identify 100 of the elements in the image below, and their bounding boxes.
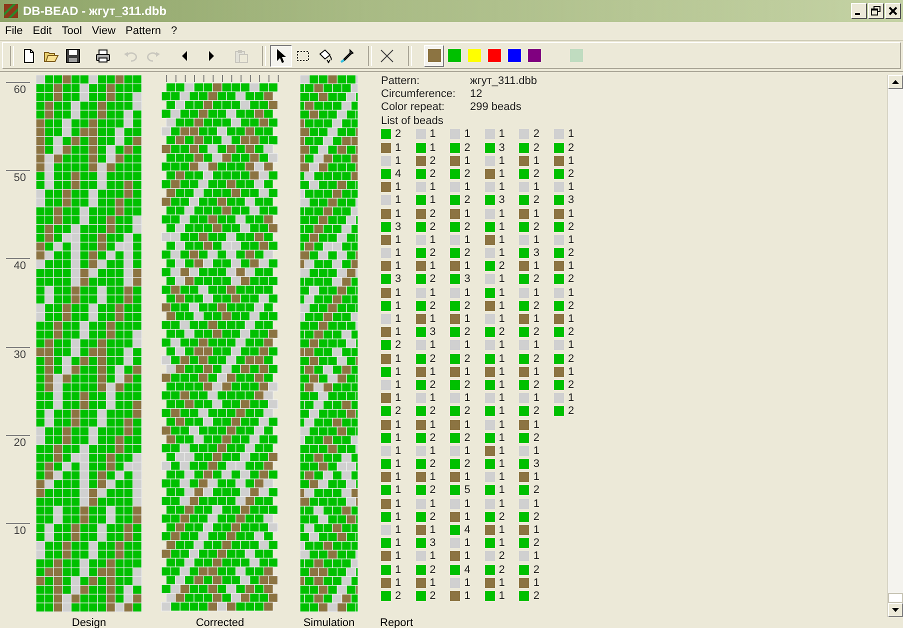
- bead-count: 1: [395, 524, 402, 536]
- bead-count: 2: [533, 273, 540, 286]
- bead-count: 1: [498, 300, 505, 312]
- bead-count: 2: [395, 339, 402, 352]
- menu-item[interactable]: ?: [166, 25, 182, 37]
- window-title: DB-BEAD - жгут_311.dbb: [23, 4, 168, 18]
- scroll-up-button[interactable]: [888, 75, 903, 89]
- bead-count: 1: [395, 352, 402, 365]
- bead-count: 2: [395, 128, 402, 140]
- bead-count: 1: [430, 339, 436, 352]
- printer-icon: [95, 48, 111, 64]
- bead-count: 1: [464, 498, 470, 510]
- menu-item[interactable]: View: [86, 25, 121, 37]
- bead-count: 2: [533, 510, 540, 523]
- minimize-button[interactable]: [851, 3, 867, 19]
- bead-count: 1: [464, 128, 470, 140]
- bead-count: 1: [498, 286, 505, 299]
- bead-count: 1: [395, 458, 402, 470]
- up-arrow-icon: [892, 80, 899, 84]
- bead-count: 1: [430, 471, 436, 484]
- bead-count: 2: [533, 432, 540, 444]
- paste-icon: [233, 48, 249, 64]
- bead-count: 1: [395, 247, 402, 260]
- bead-count: 1: [498, 418, 505, 431]
- bead-count: 1: [498, 247, 505, 260]
- menu-item[interactable]: File: [0, 25, 28, 37]
- bead-count: 2: [430, 458, 436, 470]
- bead-count: 1: [395, 576, 402, 589]
- vertical-scrollbar[interactable]: [887, 75, 903, 617]
- menu-item[interactable]: Edit: [28, 25, 57, 37]
- bead-count: 5: [464, 484, 470, 496]
- bead-count: 2: [430, 208, 436, 220]
- minimize-icon: [855, 13, 860, 15]
- bead-count: 1: [568, 260, 574, 272]
- bead-count: 1: [395, 300, 402, 312]
- bead-count: 1: [395, 392, 402, 404]
- bead-count: 1: [430, 366, 436, 378]
- bead-count: 2: [430, 405, 436, 418]
- bead-count: 1: [430, 550, 436, 562]
- bead-count: 1: [498, 208, 505, 220]
- bead-count: 1: [533, 471, 540, 484]
- bead-count: 1: [568, 181, 574, 194]
- bead-count: 2: [498, 510, 505, 523]
- scroll-thumb[interactable]: [888, 593, 903, 603]
- bead-count: 2: [430, 300, 436, 312]
- bead-count: 1: [464, 208, 470, 220]
- bead-count: 1: [568, 313, 574, 326]
- pointer-tool-button[interactable]: [270, 44, 292, 66]
- bead-count: 1: [498, 498, 505, 510]
- color-swatch[interactable]: [424, 44, 444, 66]
- bead-count: 1: [498, 537, 505, 550]
- bead-count: 2: [568, 142, 574, 154]
- bead-count: 1: [533, 498, 540, 510]
- bead-count: 1: [430, 286, 436, 299]
- bead-count: 1: [533, 550, 540, 562]
- bead-count: 1: [533, 576, 540, 589]
- bead-count: 1: [395, 564, 402, 576]
- bead-count: 2: [430, 378, 436, 391]
- bead-count: 4: [464, 564, 470, 576]
- bead-count: 3: [395, 273, 402, 286]
- bead-count: 2: [464, 220, 470, 233]
- bead-count: 3: [568, 194, 574, 206]
- bead-count: 2: [430, 564, 436, 576]
- bead-count: 2: [533, 405, 540, 418]
- bead-count: 1: [395, 142, 402, 154]
- bead-count: 1: [533, 339, 540, 352]
- bead-count: 2: [533, 300, 540, 312]
- bead-count: 1: [395, 234, 402, 246]
- bead-count: 1: [498, 339, 505, 352]
- scroll-down-button[interactable]: [888, 603, 903, 617]
- bead-count: 2: [430, 590, 436, 602]
- bead-count: 1: [568, 339, 574, 352]
- bead-count: 3: [464, 273, 470, 286]
- bead-count: 2: [430, 220, 436, 233]
- bead-count: 2: [430, 273, 436, 286]
- bead-count: 3: [498, 194, 505, 206]
- bead-count: 2: [533, 142, 540, 154]
- bead-count: 2: [464, 300, 470, 312]
- bead-count: 1: [498, 352, 505, 365]
- bead-count: 1: [568, 366, 574, 378]
- bead-count: 2: [568, 326, 574, 338]
- bead-count: 1: [395, 484, 402, 496]
- bead-count: 1: [498, 378, 505, 391]
- menu-item[interactable]: Pattern: [120, 25, 166, 37]
- bead-count: 2: [533, 220, 540, 233]
- bead-count: 2: [430, 247, 436, 260]
- bead-count: 1: [498, 313, 505, 326]
- bead-count: 2: [498, 564, 505, 576]
- bead-count: 1: [464, 471, 470, 484]
- info-value: 299 beads: [470, 101, 522, 115]
- bead-count: 1: [464, 392, 470, 404]
- bead-count: 1: [533, 286, 540, 299]
- menu-item[interactable]: Tool: [56, 25, 87, 37]
- bead-count: 2: [464, 194, 470, 206]
- bead-count: 1: [464, 537, 470, 550]
- bead-count: 2: [430, 154, 436, 167]
- bead-count: 1: [395, 432, 402, 444]
- maximize-button[interactable]: [868, 3, 884, 19]
- close-button[interactable]: [885, 3, 901, 19]
- bead-count: 1: [533, 366, 540, 378]
